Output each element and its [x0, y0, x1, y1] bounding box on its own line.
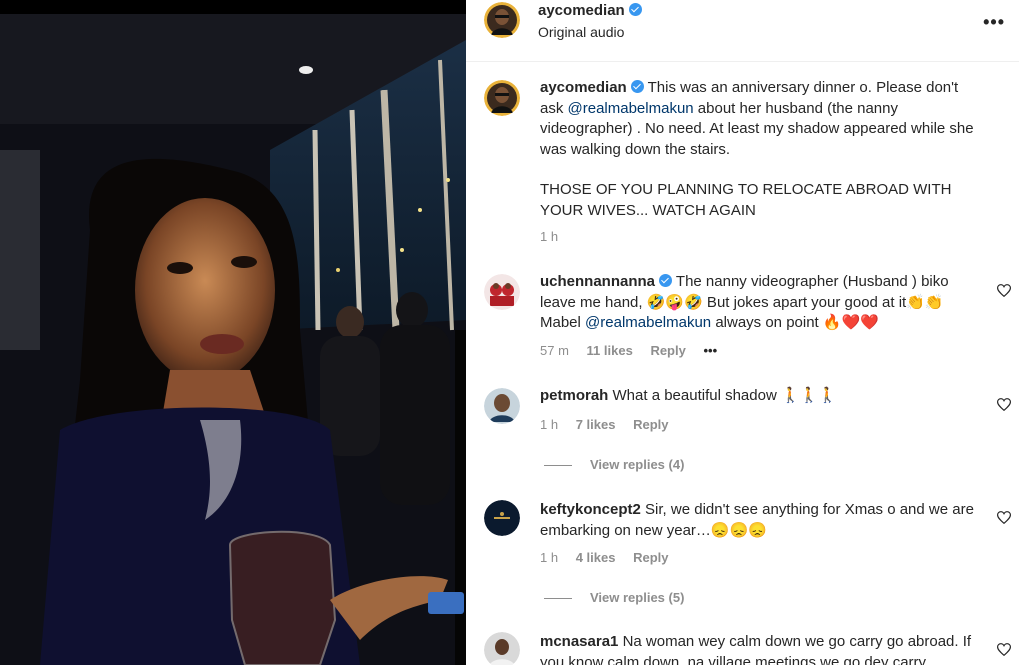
comment-text-part2: always on point 🔥❤️❤️ — [711, 314, 879, 332]
comment-username[interactable]: uchennannanna — [540, 273, 655, 290]
view-replies-button[interactable]: View replies (4) — [544, 457, 684, 472]
like-heart-icon[interactable] — [997, 511, 1011, 524]
verified-badge-icon — [659, 274, 673, 287]
comment-text: keftykoncept2 Sir, we didn't see anythin… — [540, 500, 980, 541]
more-options-icon[interactable]: ••• — [983, 12, 1005, 33]
comment-text: petmorah What a beautiful shadow 🚶🚶🚶 — [540, 386, 980, 407]
mention-link[interactable]: @realmabelmakun — [585, 314, 711, 331]
audio-label[interactable]: Original audio — [538, 24, 624, 40]
comment-time[interactable]: 57 m — [540, 343, 569, 358]
post-details-panel: aycomedian Original audio ••• aycomedian… — [466, 0, 1019, 665]
comment-meta: 1 h 7 likes Reply — [540, 417, 683, 432]
caption-text: aycomedian This was an anniversary dinne… — [540, 78, 980, 222]
reply-button[interactable]: Reply — [650, 343, 685, 358]
comment-username[interactable]: mcnasara1 — [540, 633, 618, 650]
caption-time[interactable]: 1 h — [540, 229, 558, 244]
like-heart-icon[interactable] — [997, 643, 1011, 656]
comment-meta: 1 h 4 likes Reply — [540, 550, 683, 565]
like-heart-icon[interactable] — [997, 398, 1011, 411]
avatar[interactable] — [484, 632, 520, 665]
comment-time[interactable]: 1 h — [540, 550, 558, 565]
comment-text-part1: What a beautiful shadow 🚶🚶🚶 — [612, 387, 837, 404]
post-header: aycomedian Original audio ••• — [466, 0, 1019, 62]
replies-divider-line — [544, 465, 572, 467]
avatar[interactable] — [484, 80, 520, 116]
comment-username[interactable]: petmorah — [540, 387, 608, 404]
post-media-video[interactable] — [0, 0, 466, 665]
view-replies-button[interactable]: View replies (5) — [544, 590, 684, 605]
like-heart-icon[interactable] — [997, 284, 1011, 297]
reply-button[interactable]: Reply — [633, 550, 668, 565]
avatar[interactable] — [484, 2, 520, 38]
verified-badge-icon — [628, 3, 642, 16]
comment-text: uchennannanna The nanny videographer (Hu… — [540, 272, 980, 334]
profile-avatar-icon — [484, 80, 520, 116]
reply-button[interactable]: Reply — [633, 417, 668, 432]
comment-likes[interactable]: 11 likes — [587, 343, 633, 358]
avatar[interactable] — [484, 274, 520, 310]
profile-avatar-icon — [484, 2, 520, 38]
video-frame-illustration — [0, 14, 466, 665]
caption-username[interactable]: aycomedian — [540, 79, 627, 96]
profile-avatar-icon — [484, 274, 520, 310]
header-username[interactable]: aycomedian — [538, 2, 642, 19]
mention-link[interactable]: @realmabelmakun — [568, 100, 694, 117]
caption-meta: 1 h — [540, 229, 572, 244]
comment-likes[interactable]: 7 likes — [576, 417, 616, 432]
profile-avatar-icon — [484, 388, 520, 424]
comment-likes[interactable]: 4 likes — [576, 550, 616, 565]
view-replies-label[interactable]: View replies (4) — [590, 457, 684, 472]
profile-avatar-icon — [484, 632, 520, 665]
profile-avatar-icon — [484, 500, 520, 536]
avatar[interactable] — [484, 500, 520, 536]
comment-time[interactable]: 1 h — [540, 417, 558, 432]
header-username-text[interactable]: aycomedian — [538, 2, 625, 19]
comment-username[interactable]: keftykoncept2 — [540, 501, 641, 518]
comment-more-icon[interactable]: ••• — [703, 343, 717, 358]
verified-badge-icon — [630, 80, 644, 93]
replies-divider-line — [544, 598, 572, 600]
avatar[interactable] — [484, 388, 520, 424]
comment-text: mcnasara1 Na woman wey calm down we go c… — [540, 632, 980, 665]
comment-meta: 57 m 11 likes Reply ••• — [540, 343, 731, 358]
caption-text-caps: THOSE OF YOU PLANNING TO RELOCATE ABROAD… — [540, 181, 952, 219]
view-replies-label[interactable]: View replies (5) — [590, 590, 684, 605]
